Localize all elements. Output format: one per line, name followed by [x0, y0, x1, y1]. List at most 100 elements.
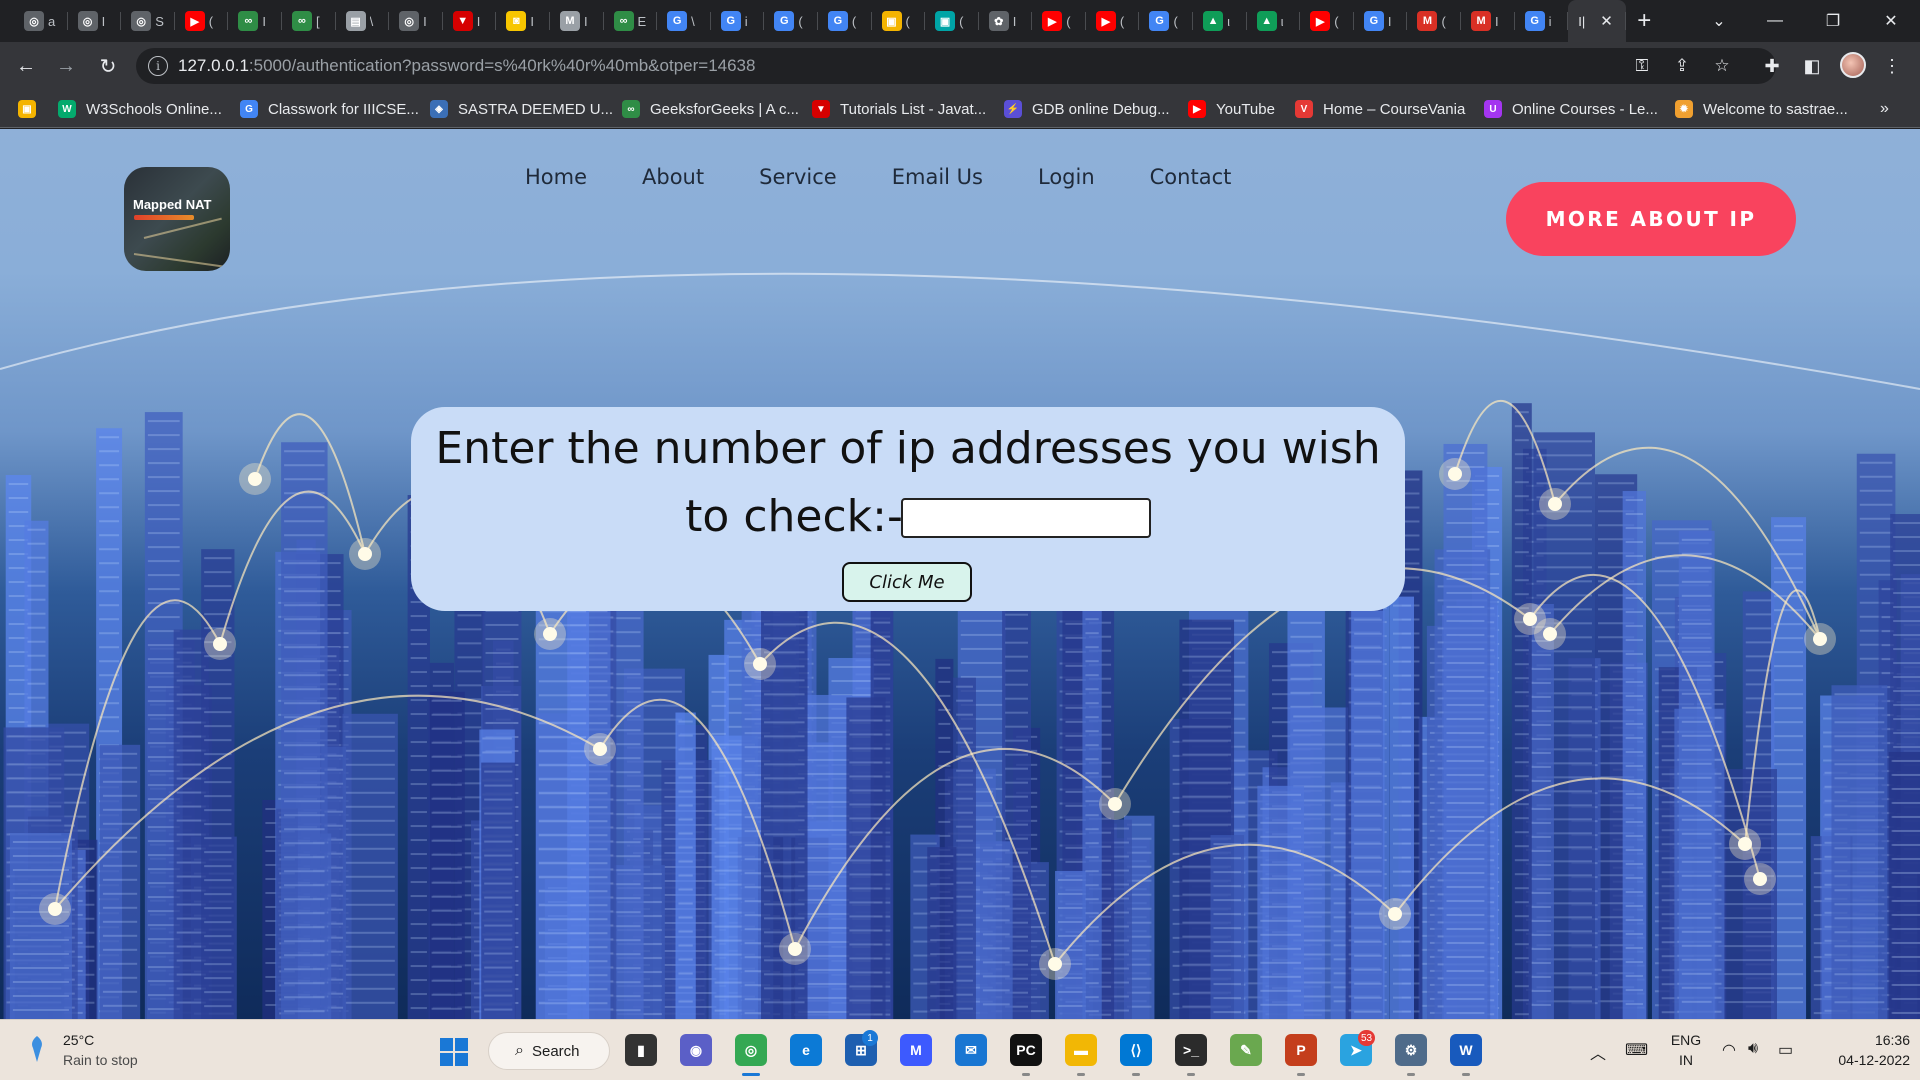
browser-tab[interactable]: G( [818, 0, 872, 42]
close-tab-icon[interactable]: ✕ [1600, 12, 1613, 30]
browser-tab[interactable]: ▲ ι [1247, 0, 1301, 42]
close-window-button[interactable]: ✕ [1868, 0, 1914, 42]
restore-button[interactable]: ❐ [1810, 0, 1856, 42]
nav-link-contact[interactable]: Contact [1150, 165, 1232, 195]
rain-umbrella-icon[interactable] [30, 1034, 44, 1064]
reload-button[interactable]: ↻ [90, 48, 126, 84]
bookmark-star-icon[interactable]: ☆ [1710, 54, 1734, 78]
extensions-icon[interactable]: ✚ [1760, 54, 1784, 78]
url-text[interactable]: 127.0.0.1:5000/authentication?password=s… [178, 56, 755, 76]
new-tab-button[interactable]: + [1626, 0, 1662, 42]
browser-tab[interactable]: ◎ S [121, 0, 175, 42]
nav-link-home[interactable]: Home [525, 165, 587, 195]
browser-tab[interactable]: Gi [711, 0, 765, 42]
browser-tab[interactable]: ◎ a [14, 0, 68, 42]
taskbar-search[interactable]: ⌕ Search [488, 1032, 610, 1070]
battery-icon[interactable]: ▭ [1778, 1040, 1793, 1060]
chat-icon[interactable]: ◉ [680, 1034, 712, 1066]
browser-tab[interactable]: ▣( [925, 0, 979, 42]
wifi-icon[interactable]: ◠ [1722, 1040, 1736, 1060]
globe-icon: ◎ [131, 11, 152, 31]
bookmark-item[interactable]: G Classwork for IIICSE... [240, 90, 419, 128]
nav-link-service[interactable]: Service [759, 165, 837, 195]
terminal-icon[interactable]: >_ [1175, 1034, 1207, 1066]
browser-tab[interactable]: ∞ E [604, 0, 658, 42]
settings-icon[interactable]: ⚙ [1395, 1034, 1427, 1066]
browser-tab[interactable]: MI [550, 0, 604, 42]
browser-tab[interactable]: ◎ I [68, 0, 122, 42]
more-menu-icon[interactable]: ⋮ [1880, 54, 1904, 78]
language-indicator[interactable]: ENG [1668, 1032, 1704, 1048]
powerpoint-icon[interactable]: P [1285, 1034, 1317, 1066]
bookmark-item[interactable]: V Home – CourseVania [1295, 90, 1465, 128]
nav-link-about[interactable]: About [642, 165, 704, 195]
bookmark-item[interactable]: ▣ [18, 90, 46, 128]
browser-tab[interactable]: ✿ I [979, 0, 1033, 42]
bookmark-item[interactable]: ⚡ GDB online Debug... [1004, 90, 1170, 128]
bookmark-item[interactable]: ∞ GeeksforGeeks | A c... [622, 90, 799, 128]
more-about-ip-button[interactable]: MORE ABOUT IP [1506, 182, 1796, 256]
site-info-icon[interactable]: i [148, 56, 168, 76]
bookmarks-overflow-button[interactable]: » [1880, 90, 1889, 128]
pycharm-icon[interactable]: PC [1010, 1034, 1042, 1066]
volume-icon[interactable]: 🔊︎ [1748, 1040, 1758, 1058]
edge-icon[interactable]: e [790, 1034, 822, 1066]
bookmark-item[interactable]: ▶ YouTube [1188, 90, 1275, 128]
forward-button[interactable]: → [48, 48, 84, 84]
browser-tab[interactable]: ∞[ [282, 0, 336, 42]
key-icon[interactable]: ⚿ [1630, 54, 1654, 78]
bookmark-item[interactable]: U Online Courses - Le... [1484, 90, 1658, 128]
side-panel-icon[interactable]: ◧ [1800, 54, 1824, 78]
profile-avatar[interactable] [1840, 52, 1866, 78]
browser-tab[interactable]: ∞ I [228, 0, 282, 42]
browser-tab[interactable]: GI [1354, 0, 1408, 42]
browser-tab[interactable]: ▣( [872, 0, 926, 42]
minimize-button[interactable]: — [1752, 0, 1798, 42]
bookmark-item[interactable]: ◈ SASTRA DEEMED U... [430, 90, 613, 128]
browser-tab[interactable]: ▶( [1086, 0, 1140, 42]
browser-tab[interactable]: ▶( [1300, 0, 1354, 42]
address-bar[interactable]: i 127.0.0.1:5000/authentication?password… [136, 48, 1776, 84]
browser-tab[interactable]: ▼ I [443, 0, 497, 42]
paint-icon[interactable]: ✎ [1230, 1034, 1262, 1066]
region-indicator[interactable]: IN [1668, 1052, 1704, 1068]
nav-link-login[interactable]: Login [1038, 165, 1095, 195]
word-icon[interactable]: W [1450, 1034, 1482, 1066]
browser-tab[interactable]: G( [1139, 0, 1193, 42]
weather-description[interactable]: Rain to stop [63, 1052, 138, 1068]
nav-link-email-us[interactable]: Email Us [892, 165, 983, 195]
browser-tab[interactable]: ▲ ι [1193, 0, 1247, 42]
browser-tab[interactable]: G( [764, 0, 818, 42]
mail-icon[interactable]: ✉ [955, 1034, 987, 1066]
file-explorer-icon[interactable]: ▬ [1065, 1034, 1097, 1066]
bookmark-item[interactable]: ✹ Welcome to sastrae... [1675, 90, 1848, 128]
bookmark-item[interactable]: ▼ Tutorials List - Javat... [812, 90, 986, 128]
active-tab[interactable]: I| ✕ [1568, 0, 1627, 42]
browser-tab[interactable]: Gi [1515, 0, 1569, 42]
start-button[interactable] [440, 1038, 468, 1066]
weather-temperature[interactable]: 25°C [63, 1032, 94, 1048]
chrome-icon[interactable]: ◎ [735, 1034, 767, 1066]
clock-time[interactable]: 16:36 [1810, 1032, 1910, 1048]
task-view-icon[interactable]: ▮ [625, 1034, 657, 1066]
bookmark-item[interactable]: W W3Schools Online... [58, 90, 222, 128]
browser-tab[interactable]: ◙ I [496, 0, 550, 42]
back-button[interactable]: ← [8, 48, 44, 84]
share-icon[interactable]: ⇪ [1670, 54, 1694, 78]
browser-tab[interactable]: ▤ \ [336, 0, 390, 42]
mathway-icon[interactable]: M [900, 1034, 932, 1066]
vscode-icon[interactable]: ⟨⟩ [1120, 1034, 1152, 1066]
tab-search-button[interactable]: ⌄ [1696, 0, 1742, 42]
browser-tab[interactable]: M( [1407, 0, 1461, 42]
browser-tab[interactable]: ▶( [1032, 0, 1086, 42]
click-me-button[interactable]: Click Me [842, 562, 972, 602]
browser-tab[interactable]: ◎ I [389, 0, 443, 42]
show-hidden-icons-chevron[interactable]: ︿ [1590, 1040, 1606, 1064]
browser-tab[interactable]: MI [1461, 0, 1515, 42]
clock-date[interactable]: 04-12-2022 [1810, 1052, 1910, 1068]
keyboard-icon[interactable]: ⌨ [1625, 1040, 1648, 1060]
browser-tab[interactable]: ▶( [175, 0, 229, 42]
ip-count-input[interactable] [901, 498, 1151, 538]
site-logo[interactable]: Mapped NAT [124, 167, 230, 271]
browser-tab[interactable]: G \ [657, 0, 711, 42]
